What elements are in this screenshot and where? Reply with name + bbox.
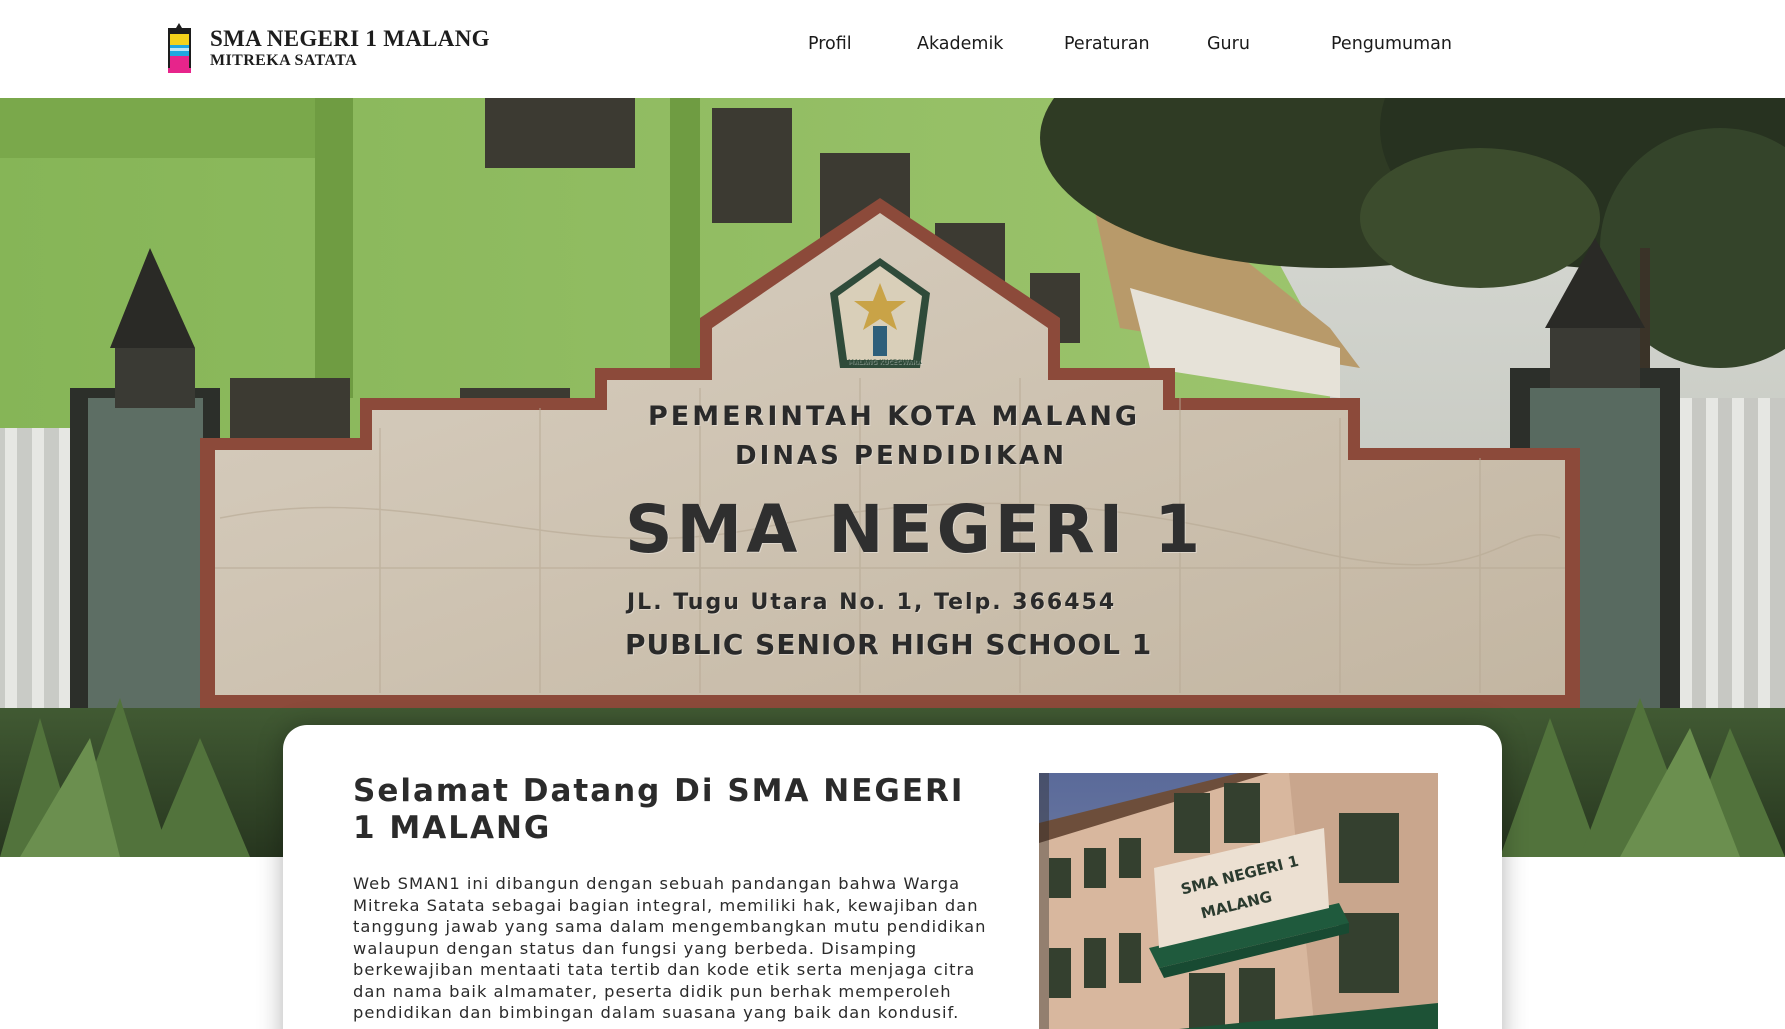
sign-line-department: DINAS PENDIDIKAN (735, 441, 1068, 471)
sign-line-government: PEMERINTAH KOTA MALANG (648, 401, 1141, 432)
site-header: SMA NEGERI 1 MALANG MITREKA SATATA Profi… (0, 0, 1785, 98)
sign-line-school: SMA NEGERI 1 (625, 491, 1205, 568)
nav-akademik[interactable]: Akademik (917, 34, 1003, 54)
welcome-paragraph: Web SMAN1 ini dibangun dengan sebuah pan… (353, 874, 987, 1022)
welcome-card: Selamat Datang Di SMA NEGERI 1 MALANG We… (283, 725, 1502, 1029)
emblem-caption: MALANG KUCECWARA (848, 359, 922, 366)
sign-line-english: PUBLIC SENIOR HIGH SCHOOL 1 (625, 628, 1153, 661)
main-nav: Profil Akademik Peraturan Guru Pengumuma… (0, 34, 1785, 62)
welcome-title: Selamat Datang Di SMA NEGERI 1 MALANG (353, 773, 965, 846)
nav-peraturan[interactable]: Peraturan (1064, 34, 1150, 54)
nav-profil[interactable]: Profil (808, 34, 852, 54)
nav-pengumuman[interactable]: Pengumuman (1331, 34, 1452, 54)
school-building-photo: SMA NEGERI 1 MALANG (1039, 773, 1438, 1029)
sign-line-address: JL. Tugu Utara No. 1, Telp. 366454 (627, 590, 1117, 615)
nav-guru[interactable]: Guru (1207, 34, 1250, 54)
